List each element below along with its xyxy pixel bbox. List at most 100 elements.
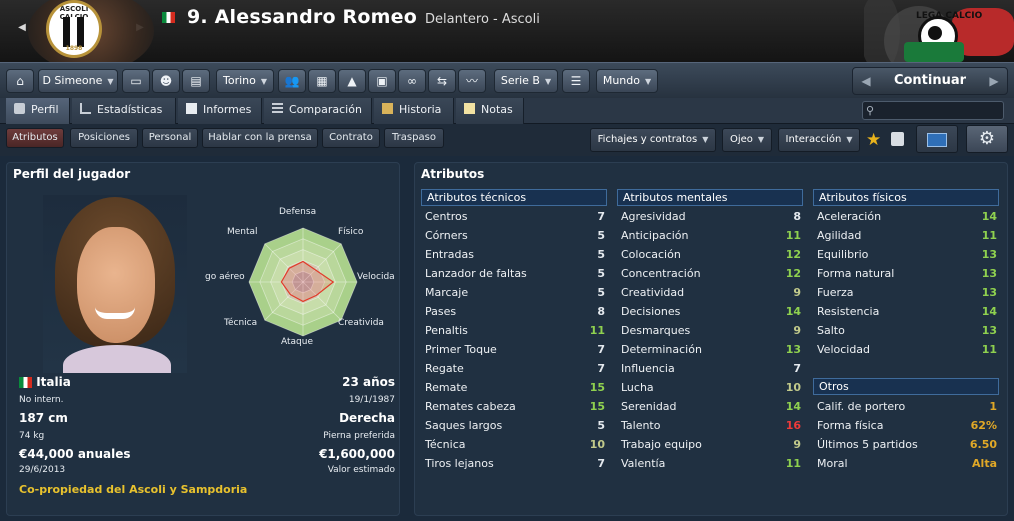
search-input[interactable]: ⚲ (862, 101, 1004, 120)
training-button[interactable]: ▲ (338, 69, 366, 93)
finances-button[interactable]: 〰 (458, 69, 486, 93)
attribute-row: Equilibrio 13 (817, 245, 997, 264)
profile-button[interactable]: ☻ (152, 69, 180, 93)
scouting-button[interactable]: ∞ (398, 69, 426, 93)
other-attributes-header: Otros (813, 378, 999, 395)
subtab-contrato[interactable]: Contrato (322, 128, 380, 148)
previous-player-arrow-icon[interactable]: ◀ (16, 22, 28, 38)
attribute-value: 12 (785, 248, 801, 261)
crest-year: 1898 (65, 45, 83, 52)
subtab-posiciones[interactable]: Posiciones (70, 128, 138, 148)
attribute-value: 14 (785, 305, 801, 318)
attribute-value: 13 (981, 267, 997, 280)
ojeo-menu[interactable]: Ojeo ▼ (722, 128, 772, 152)
tab-notas[interactable]: Notas (456, 98, 524, 124)
chevron-down-icon: ▼ (645, 77, 652, 86)
attribute-value: 10 (589, 438, 605, 451)
view-toggle-button[interactable] (916, 125, 958, 153)
attribute-name: Velocidad (817, 343, 871, 356)
attribute-value: 12 (785, 267, 801, 280)
home-button[interactable]: ⌂ (6, 69, 34, 93)
fichajes-menu[interactable]: Fichajes y contratos ▼ (590, 128, 716, 152)
lega-calcio-logo: LEGA CALCIO (864, 0, 1014, 62)
attribute-row: Técnica 10 (425, 435, 605, 454)
attribute-name: Talento (621, 419, 661, 432)
binoculars-icon: ∞ (407, 74, 417, 88)
calendar-button[interactable]: ▣ (368, 69, 396, 93)
menu-label: Ojeo (729, 134, 753, 145)
attribute-row: Lanzador de faltas 5 (425, 264, 605, 283)
attribute-radar-chart: Defensa Físico Velocida Creativida Ataqu… (205, 207, 403, 353)
attribute-name: Remate (425, 381, 468, 394)
attribute-name: Determinación (621, 343, 702, 356)
player-position-club: Delantero - Ascoli (424, 12, 540, 27)
attribute-row: Regate 7 (425, 359, 605, 378)
chevron-down-icon: ▼ (757, 135, 765, 144)
italy-flag-icon (19, 377, 32, 388)
player-title: 9. Alessandro Romeo Delantero - Ascoli (162, 6, 540, 28)
manager-dropdown[interactable]: D Simeone ▼ (38, 69, 118, 93)
calendar-icon: ▣ (376, 74, 388, 88)
note-icon[interactable] (891, 132, 904, 146)
tactics-button[interactable]: ▦ (308, 69, 336, 93)
attribute-value: 5 (597, 229, 605, 242)
attribute-row: Lucha 10 (621, 378, 801, 397)
tab-perfil[interactable]: Perfil (6, 98, 70, 124)
star-icon[interactable]: ★ (866, 130, 881, 150)
wage-value-row: €44,000 anuales €1,600,000 (19, 447, 395, 461)
attributes-title: Atributos (421, 167, 485, 181)
subtab-label: Contrato (329, 132, 373, 143)
attribute-row: Centros 7 (425, 207, 605, 226)
attribute-value: 5 (597, 286, 605, 299)
attribute-name: Calif. de portero (817, 400, 906, 413)
settings-button[interactable]: ⚙ (966, 125, 1008, 153)
radar-label-fisico: Físico (338, 227, 364, 237)
attribute-value: 10 (785, 381, 801, 394)
continue-button[interactable]: ◀ Continuar ▶ (852, 67, 1008, 95)
transfers-button[interactable]: ⇆ (428, 69, 456, 93)
attribute-name: Moral (817, 457, 848, 470)
attribute-value: 7 (597, 343, 605, 356)
tab-label: Informes (203, 103, 252, 116)
list-button[interactable]: ☰ (562, 69, 590, 93)
height: 187 cm (19, 411, 68, 425)
attribute-value: 8 (597, 305, 605, 318)
inbox-button[interactable]: ▭ (122, 69, 150, 93)
attribute-value: 5 (597, 248, 605, 261)
world-dropdown[interactable]: Mundo ▼ (596, 69, 658, 93)
forward-arrow-icon[interactable]: ▶ (983, 68, 1005, 94)
back-arrow-icon[interactable]: ◀ (855, 68, 877, 94)
tab-estadisticas[interactable]: Estadísticas (72, 98, 176, 124)
attribute-name: Decisiones (621, 305, 681, 318)
world-label: Mundo (602, 74, 640, 87)
attribute-value: 11 (589, 324, 605, 337)
subtab-traspaso[interactable]: Traspaso (384, 128, 444, 148)
subtab-atributos[interactable]: Atributos (6, 128, 64, 148)
profile-icon (14, 103, 25, 114)
radar-label-defensa: Defensa (279, 207, 317, 217)
interaccion-menu[interactable]: Interacción ▼ (778, 128, 860, 152)
tab-label: Notas (481, 103, 513, 116)
nationality-age-row: Italia 23 años (19, 375, 395, 389)
estimated-value: €1,600,000 (319, 447, 395, 461)
attribute-row: Velocidad 11 (817, 340, 997, 359)
attribute-value: 15 (589, 381, 605, 394)
preferred-foot: Derecha (339, 411, 395, 425)
squad-button[interactable]: 👥 (278, 69, 306, 93)
tab-comparacion[interactable]: Comparación (264, 98, 372, 124)
international-status: No intern. (19, 395, 64, 405)
tab-historia[interactable]: Historia (374, 98, 454, 124)
notes-button[interactable]: ▤ (182, 69, 210, 93)
club-dropdown[interactable]: Torino ▼ (216, 69, 274, 93)
subtab-prensa[interactable]: Hablar con la prensa (202, 128, 318, 148)
co-ownership-note[interactable]: Co-propiedad del Ascoli y Sampdoria (19, 483, 247, 496)
intl-dob-row: No intern. 19/1/1987 (19, 395, 395, 405)
league-dropdown[interactable]: Serie B ▼ (494, 69, 558, 93)
search-icon: ⚲ (866, 104, 875, 117)
clipboard-icon: ▤ (190, 74, 202, 88)
attribute-row: Creatividad 9 (621, 283, 801, 302)
tab-informes[interactable]: Informes (178, 98, 262, 124)
attribute-name: Penaltis (425, 324, 468, 337)
subtab-personal[interactable]: Personal (142, 128, 198, 148)
attribute-value: Alta (972, 457, 997, 470)
